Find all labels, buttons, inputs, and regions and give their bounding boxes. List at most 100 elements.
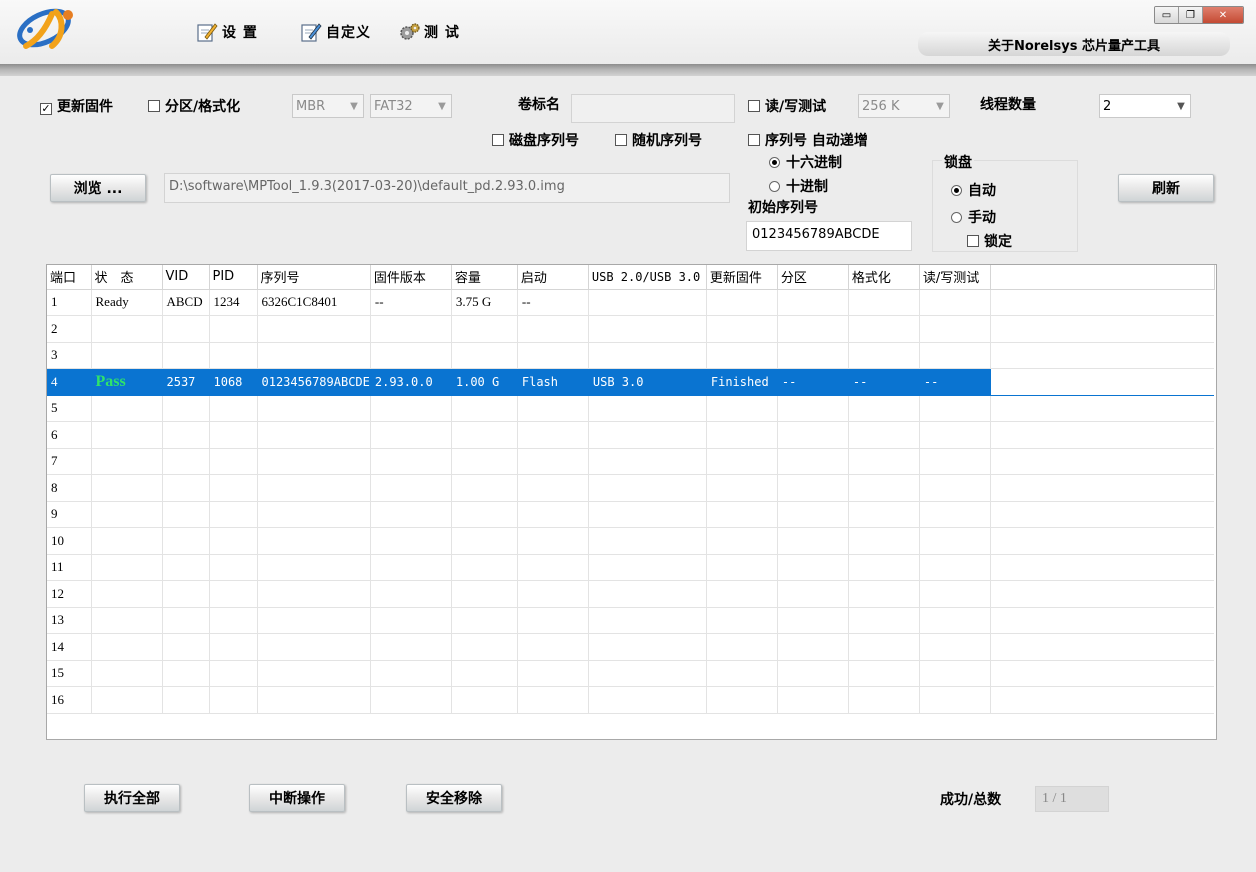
partition-format-checkbox[interactable] xyxy=(148,100,160,112)
partition-scheme-select[interactable]: MBR ▼ xyxy=(292,94,364,118)
browse-button[interactable]: 浏览 ... xyxy=(50,174,146,202)
table-cell xyxy=(257,501,371,528)
table-row[interactable]: 14 xyxy=(47,633,1215,661)
dec-option[interactable]: 十进制 xyxy=(769,176,828,196)
refresh-button[interactable]: 刷新 xyxy=(1118,174,1214,202)
menu-customize[interactable]: 自定义 xyxy=(300,18,371,46)
column-header[interactable]: 更新固件 xyxy=(706,265,778,290)
table-row[interactable]: 1 Ready ABCD 1234 6326C1C8401 -- 3.75 G -- xyxy=(47,289,1215,316)
table-row[interactable]: 15 xyxy=(47,660,1215,687)
column-header[interactable]: VID xyxy=(162,265,210,290)
rw-test-option[interactable]: 读/写测试 xyxy=(748,96,826,116)
serial-auto-inc-checkbox[interactable] xyxy=(748,134,760,146)
run-all-button[interactable]: 执行全部 xyxy=(84,784,180,812)
table-row[interactable]: 10 xyxy=(47,527,1215,555)
abort-button[interactable]: 中断操作 xyxy=(249,784,345,812)
table-cell xyxy=(919,607,991,634)
column-header[interactable]: 容量 xyxy=(451,265,518,290)
menu-test[interactable]: 测 试 xyxy=(398,18,460,46)
random-serial-option[interactable]: 随机序列号 xyxy=(615,130,702,150)
table-row[interactable]: 9 xyxy=(47,501,1215,528)
table-row[interactable]: 13 xyxy=(47,607,1215,634)
minimize-icon[interactable]: ▭ xyxy=(1155,7,1179,23)
filesystem-select[interactable]: FAT32 ▼ xyxy=(370,94,452,118)
column-header[interactable]: 端口 xyxy=(47,265,92,290)
table-row[interactable]: 7 xyxy=(47,448,1215,475)
table-cell xyxy=(706,421,778,449)
table-cell: 7 xyxy=(47,448,92,475)
column-header[interactable]: 启动 xyxy=(517,265,589,290)
lock-manual-radio[interactable] xyxy=(951,212,962,223)
firmware-path-field[interactable]: D:\software\MPTool_1.9.3(2017-03-20)\def… xyxy=(164,173,730,203)
update-fw-option[interactable]: ✓ 更新固件 xyxy=(40,96,113,116)
table-cell xyxy=(162,342,210,369)
table-row[interactable]: 11 xyxy=(47,554,1215,581)
table-cell-filler xyxy=(990,660,1215,687)
table-cell: 1.00 G xyxy=(451,368,518,396)
table-cell xyxy=(370,527,452,555)
table-cell xyxy=(706,474,778,502)
table-row[interactable]: 16 xyxy=(47,686,1215,714)
thread-count-select[interactable]: 2 ▼ xyxy=(1099,94,1191,118)
lock-auto-radio[interactable] xyxy=(951,185,962,196)
initial-serial-input[interactable]: 0123456789ABCDE xyxy=(746,221,912,251)
table-cell xyxy=(777,448,849,475)
column-header[interactable]: 分区 xyxy=(777,265,849,290)
safe-remove-button[interactable]: 安全移除 xyxy=(406,784,502,812)
table-cell xyxy=(777,660,849,687)
table-cell: -- xyxy=(517,289,589,316)
table-cell xyxy=(257,660,371,687)
table-cell xyxy=(919,660,991,687)
table-row[interactable]: 8 xyxy=(47,474,1215,502)
table-cell xyxy=(257,686,371,714)
table-cell xyxy=(517,448,589,475)
table-cell xyxy=(919,633,991,661)
random-serial-checkbox[interactable] xyxy=(615,134,627,146)
restore-icon[interactable]: ❐ xyxy=(1179,7,1203,23)
column-header[interactable]: 固件版本 xyxy=(370,265,452,290)
rw-test-checkbox[interactable] xyxy=(748,100,760,112)
column-header[interactable]: USB 2.0/USB 3.0 xyxy=(588,265,707,290)
menu-settings[interactable]: 设 置 xyxy=(196,18,258,46)
hex-option[interactable]: 十六进制 xyxy=(769,152,842,172)
table-cell: -- xyxy=(919,368,991,396)
table-row[interactable]: 3 xyxy=(47,342,1215,369)
column-header[interactable]: 读/写测试 xyxy=(919,265,991,290)
serial-auto-inc-option[interactable]: 序列号 自动递增 xyxy=(748,130,868,150)
table-row[interactable]: 4 Pass 2537 1068 0123456789ABCDE 2.93.0.0 1.00… xyxy=(47,368,1215,396)
table-cell xyxy=(209,448,258,475)
partition-format-option[interactable]: 分区/格式化 xyxy=(148,96,240,116)
disk-serial-option[interactable]: 磁盘序列号 xyxy=(492,130,579,150)
table-cell xyxy=(257,474,371,502)
table-cell xyxy=(91,421,163,449)
hex-radio[interactable] xyxy=(769,157,780,168)
disk-serial-checkbox[interactable] xyxy=(492,134,504,146)
table-cell xyxy=(919,448,991,475)
about-button[interactable]: 关于Norelsys 芯片量产工具 xyxy=(918,32,1230,56)
table-row[interactable]: 2 xyxy=(47,315,1215,343)
lock-manual-option[interactable]: 手动 xyxy=(951,207,996,227)
table-cell xyxy=(706,342,778,369)
volume-label-input[interactable] xyxy=(571,94,735,123)
lock-lock-option[interactable]: 锁定 xyxy=(967,231,1012,251)
table-cell xyxy=(588,289,707,316)
table-row[interactable]: 6 xyxy=(47,421,1215,449)
column-header[interactable]: PID xyxy=(209,265,258,290)
close-icon[interactable]: ✕ xyxy=(1203,7,1243,23)
column-header[interactable]: 状 态 xyxy=(91,265,163,290)
column-header[interactable]: 序列号 xyxy=(257,265,371,290)
table-cell xyxy=(777,686,849,714)
dec-radio[interactable] xyxy=(769,181,780,192)
rw-size-select[interactable]: 256 K ▼ xyxy=(858,94,950,118)
table-cell xyxy=(848,633,920,661)
column-header[interactable]: 格式化 xyxy=(848,265,920,290)
update-fw-checkbox[interactable]: ✓ xyxy=(40,103,52,115)
table-cell xyxy=(706,527,778,555)
table-cell xyxy=(848,554,920,581)
table-row[interactable]: 12 xyxy=(47,580,1215,608)
table-row[interactable]: 5 xyxy=(47,395,1215,422)
table-cell xyxy=(517,554,589,581)
lock-lock-checkbox[interactable] xyxy=(967,235,979,247)
table-cell-filler xyxy=(990,527,1215,555)
lock-auto-option[interactable]: 自动 xyxy=(951,180,996,200)
